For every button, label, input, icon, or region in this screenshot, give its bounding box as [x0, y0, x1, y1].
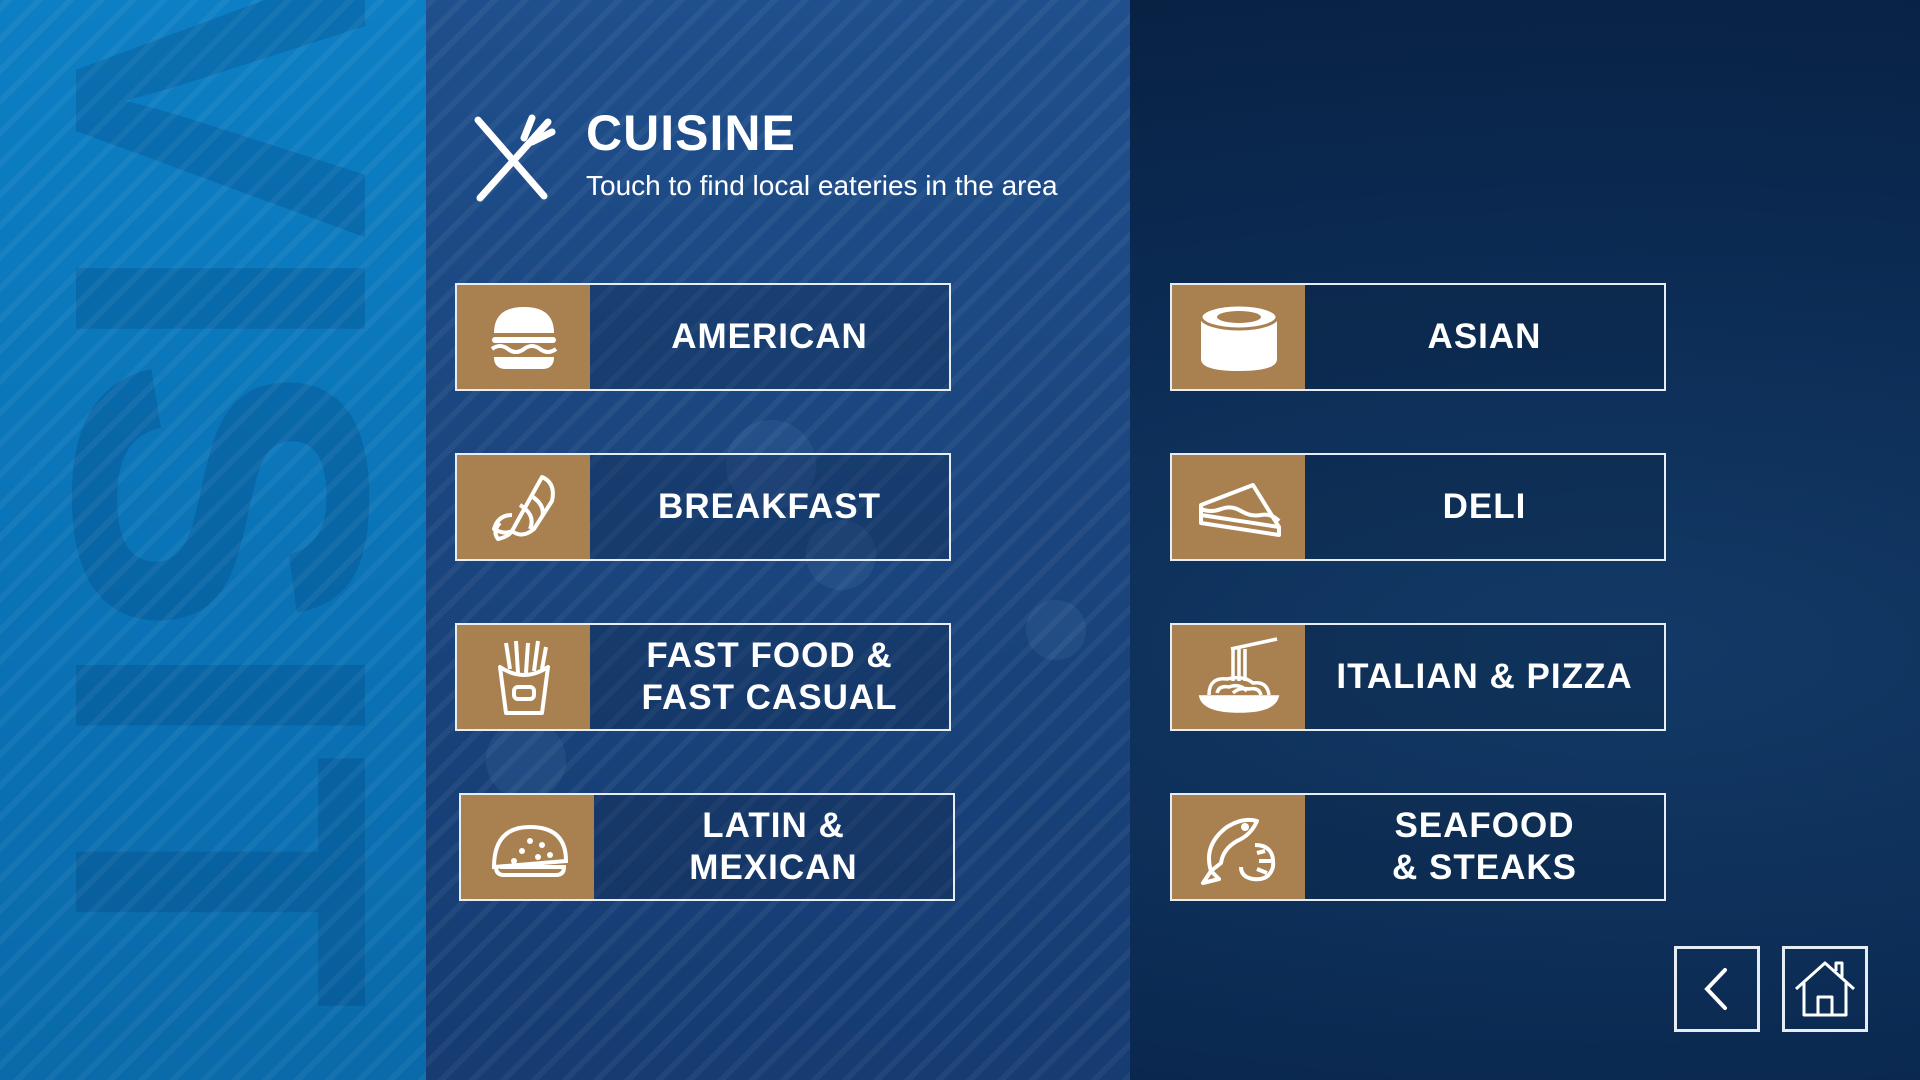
category-label: LATIN & MEXICAN — [689, 806, 858, 887]
croissant-icon — [491, 475, 555, 541]
category-american-button[interactable]: AMERICAN — [455, 283, 951, 391]
category-breakfast-button[interactable]: BREAKFAST — [455, 453, 951, 561]
left-background-band: VISIT — [0, 0, 426, 1080]
pasta-icon — [1198, 637, 1279, 713]
category-asian-button[interactable]: ASIAN — [1170, 283, 1666, 391]
chevron-left-icon — [1704, 968, 1727, 1010]
category-fast-food-button[interactable]: FAST FOOD & FAST CASUAL — [455, 623, 951, 731]
category-label: SEAFOOD & STEAKS — [1392, 806, 1577, 887]
category-label: AMERICAN — [671, 317, 868, 356]
page-header: CUISINE Touch to find local eateries in … — [470, 100, 1058, 204]
fish-shrimp-icon — [1200, 817, 1275, 885]
fries-icon — [497, 640, 550, 715]
burger-icon — [490, 307, 557, 369]
taco-icon — [491, 824, 568, 877]
category-italian-pizza-button[interactable]: ITALIAN & PIZZA — [1170, 623, 1666, 731]
category-seafood-steaks-button[interactable]: SEAFOOD & STEAKS — [1170, 793, 1666, 901]
page-title: CUISINE — [586, 105, 796, 161]
background-watermark: VISIT — [0, 0, 426, 1011]
home-button[interactable] — [1782, 946, 1868, 1032]
category-label: DELI — [1442, 487, 1527, 526]
fork-knife-icon — [474, 114, 556, 202]
category-label: BREAKFAST — [658, 487, 881, 526]
back-button[interactable] — [1674, 946, 1760, 1032]
sandwich-icon — [1198, 483, 1281, 537]
category-label: ITALIAN & PIZZA — [1336, 657, 1633, 696]
category-label: FAST FOOD & FAST CASUAL — [641, 636, 898, 717]
category-label: ASIAN — [1427, 317, 1542, 356]
sushi-icon — [1199, 303, 1278, 371]
home-icon — [1794, 961, 1856, 1017]
category-deli-button[interactable]: DELI — [1170, 453, 1666, 561]
category-latin-mexican-button[interactable]: LATIN & MEXICAN — [459, 793, 955, 901]
page-subtitle: Touch to find local eateries in the area — [586, 170, 1058, 201]
